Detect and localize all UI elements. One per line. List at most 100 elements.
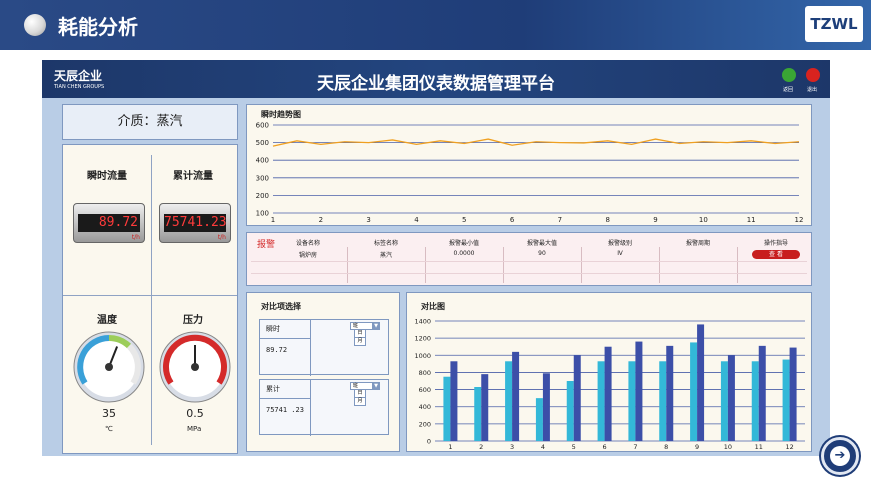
bar [751, 361, 759, 441]
chevron-down-icon[interactable]: ▼ [372, 322, 380, 330]
view-button[interactable]: 查 看 [752, 250, 800, 259]
x-tick-label: 11 [755, 443, 763, 451]
alarm-cell: 蒸汽 [379, 252, 392, 259]
instant-value: 89.72 [266, 346, 288, 354]
period-option[interactable]: 月 [354, 338, 366, 346]
compare-select-panel: 对比项选择 瞬时 89.72 班 ▼ 日 月 累计 75741 .23 班 ▼ … [246, 292, 400, 452]
bar [690, 342, 698, 441]
y-tick-label: 100 [256, 210, 269, 218]
bar [505, 361, 513, 441]
chevron-down-icon[interactable]: ▼ [372, 382, 380, 390]
divider [425, 247, 426, 283]
flow-instant-value: 89.72 [78, 214, 140, 232]
flow-instant-display: 89.72 t/h [73, 203, 145, 243]
next-slide-button[interactable]: ➔ [821, 437, 859, 475]
compare-bar-chart: 02004006008001000120014001 2 3 4 5 6 7 8 9 10 11 12 [414, 318, 805, 451]
gauge-panel: 瞬时流量 累计流量 89.72 t/h 75741.23 t/h 温度 压力 3… [62, 144, 238, 454]
y-tick-label: 800 [419, 369, 431, 377]
bar [542, 373, 550, 441]
alarm-col: 标签名称 [373, 240, 398, 247]
y-tick-label: 200 [256, 192, 269, 200]
x-tick-label: 8 [664, 443, 668, 451]
alarm-cell: 90 [538, 250, 546, 257]
exit-button[interactable] [806, 68, 820, 82]
arrow-right-icon: ➔ [830, 446, 850, 466]
period-option[interactable]: 月 [354, 398, 366, 406]
divider [63, 295, 237, 296]
alarm-cell: 锅炉房 [298, 252, 317, 259]
divider [260, 338, 310, 339]
press-label: 压力 [183, 315, 203, 326]
x-tick-label: 9 [653, 216, 657, 224]
temp-label: 温度 [97, 315, 117, 326]
pressure-gauge [159, 331, 231, 403]
instant-box: 瞬时 89.72 班 ▼ 日 月 [259, 319, 389, 376]
back-button[interactable] [782, 68, 796, 82]
divider [581, 247, 582, 283]
divider [251, 273, 807, 274]
period-dropdown[interactable]: 班 ▼ 日 月 [350, 322, 380, 348]
x-tick-label: 4 [414, 216, 419, 224]
bar [789, 347, 797, 441]
flow-total-display: 75741.23 t/h [159, 203, 231, 243]
trend-panel: 瞬时趋势图 100 200 300 400 500 600 1 2 3 4 5 6 7 8 9 10 11 12 [246, 104, 812, 226]
bar [450, 361, 458, 441]
medium-label: 介质：蒸汽 [62, 104, 238, 140]
alarm-col: 操作指导 [763, 240, 788, 247]
x-tick-label: 12 [795, 216, 804, 224]
bar [727, 355, 735, 441]
divider [310, 320, 311, 376]
total-label: 累计 [266, 385, 280, 393]
flow-instant-label: 瞬时流量 [87, 171, 127, 182]
alarm-cell: 0.0000 [453, 250, 475, 257]
period-option[interactable]: 日 [354, 330, 366, 338]
alarm-col: 报警级别 [607, 240, 632, 247]
bar [535, 398, 543, 441]
period-option[interactable]: 日 [354, 390, 366, 398]
bar [720, 361, 728, 441]
bar [635, 341, 643, 441]
x-tick-label: 11 [747, 216, 756, 224]
bullet-icon [24, 14, 46, 36]
y-tick-label: 300 [256, 174, 269, 182]
y-tick-label: 600 [256, 122, 269, 130]
x-tick-label: 9 [695, 443, 699, 451]
alarm-cell: Ⅳ [617, 250, 623, 257]
x-tick-label: 5 [572, 443, 576, 451]
press-value: 0.5 [186, 407, 204, 420]
x-tick-label: 1 [448, 443, 452, 451]
y-tick-label: 500 [256, 139, 269, 147]
compare-chart-panel: 对比图 0 200 400 600 800 1000 1200 1400 1 2 3 4 5 6 7 8 9 10… [406, 292, 812, 452]
bar [628, 361, 636, 441]
bar [566, 381, 574, 441]
total-value: 75741 .23 [266, 406, 304, 414]
divider [737, 247, 738, 283]
x-tick-label: 10 [724, 443, 732, 451]
x-tick-label: 4 [541, 443, 545, 451]
exit-label: 退出 [807, 87, 818, 93]
app-title: 天辰企业集团仪表数据管理平台 [317, 74, 555, 94]
back-label: 返回 [783, 87, 794, 93]
bar [443, 376, 451, 441]
y-tick-label: 200 [419, 420, 431, 428]
x-tick-label: 6 [510, 216, 515, 224]
x-tick-label: 1 [271, 216, 275, 224]
app-header: 天辰企业 TIAN CHEN GROUPS 天辰企业集团仪表数据管理平台 返回 … [42, 60, 830, 98]
y-tick-label: 1400 [414, 318, 431, 326]
y-tick-label: 400 [256, 157, 269, 165]
y-tick-label: 400 [419, 403, 431, 411]
flow-total-label: 累计流量 [173, 171, 213, 182]
bar [782, 359, 790, 441]
bar [512, 351, 520, 441]
company-logo: TZWL [805, 6, 863, 42]
period-dropdown[interactable]: 班 ▼ 日 月 [350, 382, 380, 408]
divider [503, 247, 504, 283]
slide-title: 耗能分析 [58, 15, 138, 39]
x-tick-label: 5 [462, 216, 466, 224]
divider [310, 380, 311, 436]
bar [697, 324, 705, 441]
y-tick-label: 1200 [414, 335, 431, 343]
bar [758, 345, 766, 441]
y-tick-label: 1000 [414, 352, 431, 360]
bar [474, 387, 482, 441]
